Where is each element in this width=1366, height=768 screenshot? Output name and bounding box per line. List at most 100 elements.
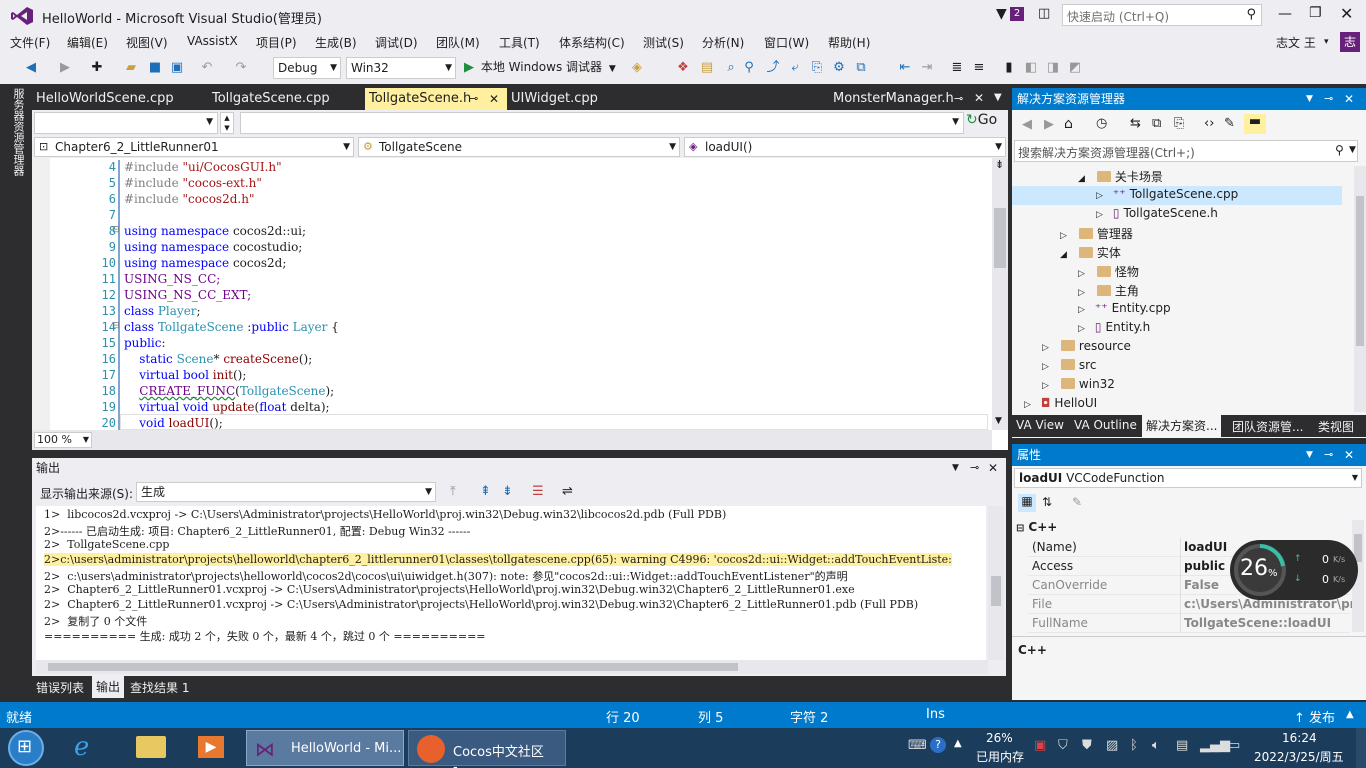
goto-icon[interactable]: ⤴ bbox=[764, 59, 782, 77]
restore-icon[interactable]: ❐ bbox=[1309, 5, 1322, 21]
scrollbar-thumb[interactable] bbox=[1356, 196, 1364, 346]
tree-folder-win32[interactable]: ▷ win32 bbox=[1042, 377, 1115, 391]
keyboard-icon[interactable]: ⌨ bbox=[908, 738, 927, 753]
save-all-icon[interactable]: ▣ bbox=[168, 59, 186, 77]
pin-icon[interactable]: ⊸ bbox=[954, 92, 963, 105]
previous-message-icon[interactable]: ⇞ bbox=[480, 484, 491, 499]
close-icon[interactable]: ✕ bbox=[1344, 444, 1354, 466]
tray-chat-icon[interactable]: ▭ bbox=[1228, 738, 1240, 753]
tab-tollgatescene-h[interactable]: TollgateScene.h ⊸ ✕ bbox=[365, 88, 507, 110]
tab-helloworldscene-cpp[interactable]: HelloWorldScene.cpp bbox=[32, 88, 204, 110]
outdent-icon[interactable]: ≡ bbox=[970, 59, 988, 77]
find-in-files-icon[interactable]: ▤ bbox=[698, 59, 716, 77]
next-bookmark-icon[interactable]: ◨ bbox=[1044, 59, 1062, 77]
close-tab-icon[interactable]: ✕ bbox=[974, 91, 984, 105]
taskbar-app-visual-studio[interactable]: ⋈ HelloWorld - Mi... bbox=[246, 730, 404, 766]
collapse-icon[interactable]: ⊟ bbox=[112, 321, 120, 331]
menu-edit[interactable]: 编辑(E) bbox=[67, 34, 108, 51]
home-icon[interactable]: ⌂ bbox=[1064, 116, 1073, 132]
tab-solution-explorer[interactable]: 解决方案资... bbox=[1142, 415, 1222, 437]
categorized-icon[interactable]: ▦ bbox=[1018, 494, 1036, 512]
publish-dropdown-icon[interactable]: ▲ bbox=[1346, 709, 1354, 720]
goto-back-icon[interactable]: ⤶ bbox=[786, 59, 804, 77]
forward-icon[interactable]: ▶ bbox=[56, 59, 74, 77]
menu-project[interactable]: 项目(P) bbox=[256, 34, 297, 51]
tray-antivirus-icon[interactable]: ▨ bbox=[1106, 738, 1118, 753]
forward-icon[interactable]: ▶ bbox=[1044, 117, 1054, 132]
prev-bookmark-icon[interactable]: ◧ bbox=[1022, 59, 1040, 77]
start-debugging-button[interactable]: ▶ 本地 Windows 调试器 ▼ bbox=[464, 58, 616, 78]
menu-analyze[interactable]: 分析(N) bbox=[702, 34, 744, 51]
close-tab-icon[interactable]: ✕ bbox=[489, 88, 499, 110]
network-monitor-widget[interactable]: 26 % ↑ 0 K/s ↓ 0 K/s bbox=[1230, 540, 1358, 600]
volume-icon[interactable]: 🔈︎ bbox=[1152, 738, 1160, 753]
publish-button[interactable]: ↑ 发布 bbox=[1294, 707, 1335, 726]
start-button[interactable]: ⊞ bbox=[8, 730, 44, 766]
indent-icon[interactable]: ≣ bbox=[948, 59, 966, 77]
tab-uiwidget-cpp[interactable]: UIWidget.cpp bbox=[507, 88, 637, 110]
properties-category[interactable]: ⊟ C++ bbox=[1016, 520, 1057, 534]
close-icon[interactable]: ✕ bbox=[1344, 88, 1354, 110]
back-icon[interactable]: ◀ bbox=[22, 59, 40, 77]
clear-all-icon[interactable]: ☰ bbox=[532, 484, 544, 499]
menu-view[interactable]: 视图(V) bbox=[126, 34, 168, 51]
pin-icon[interactable]: ⊸ bbox=[469, 88, 478, 110]
scrollbar-thumb[interactable] bbox=[48, 663, 738, 671]
property-pages-icon[interactable]: ✎ bbox=[1072, 495, 1082, 509]
bookmark-icon[interactable]: ▮ bbox=[1000, 59, 1018, 77]
bookmark-toggle-icon[interactable]: ❖ bbox=[674, 59, 692, 77]
class-select[interactable]: ⚙ TollgateScene ▼ bbox=[358, 137, 680, 157]
properties-object-select[interactable]: loadUI VCCodeFunction ▼ bbox=[1014, 468, 1362, 488]
new-project-icon[interactable]: ✚ bbox=[88, 59, 106, 77]
output-line[interactable]: 2> c:\users\administrator\projects\hello… bbox=[44, 568, 848, 584]
solution-search[interactable]: 搜索解决方案资源管理器(Ctrl+;) ⚲ ▼ bbox=[1014, 140, 1358, 162]
tree-file-tollgatescene-h[interactable]: ▷ ▯ TollgateScene.h bbox=[1096, 206, 1218, 220]
notification-badge[interactable]: 2 bbox=[1010, 7, 1024, 21]
clock-date[interactable]: 2022/3/25/周五 bbox=[1254, 748, 1344, 765]
find-symbol-icon[interactable]: ⌕ bbox=[722, 59, 740, 77]
tab-find-results[interactable]: 查找结果 1 bbox=[130, 679, 189, 696]
bluetooth-icon[interactable]: ᛒ bbox=[1130, 738, 1138, 753]
media-player-icon[interactable]: ▶ bbox=[198, 736, 224, 758]
close-icon[interactable]: ✕ bbox=[1340, 4, 1353, 23]
tray-security-icon[interactable]: ⛊ bbox=[1082, 738, 1092, 753]
window-menu-icon[interactable]: ▼ bbox=[952, 458, 959, 478]
va-context-select[interactable]: ▼ bbox=[34, 112, 218, 134]
quick-launch[interactable]: 快速启动 (Ctrl+Q) ⚲ bbox=[1062, 4, 1262, 26]
sync-icon[interactable]: ⇆ bbox=[1130, 116, 1141, 131]
collapse-all-icon[interactable]: ⧉ bbox=[1152, 116, 1161, 131]
word-wrap-icon[interactable]: ⇌ bbox=[562, 484, 573, 499]
output-vertical-scrollbar[interactable] bbox=[988, 506, 1004, 660]
window-menu-icon[interactable]: ▼ bbox=[1306, 88, 1313, 110]
show-desktop-button[interactable] bbox=[1356, 728, 1366, 768]
preview-icon[interactable]: ▬ bbox=[1244, 114, 1266, 134]
filter-icon[interactable]: ▼ bbox=[996, 6, 1007, 22]
help-icon[interactable]: ? bbox=[930, 737, 946, 753]
next-message-icon[interactable]: ⇟ bbox=[502, 484, 513, 499]
taskbar-app-firefox[interactable]: Cocos中文社区 -... bbox=[408, 730, 566, 768]
feedback-icon[interactable]: ◫ bbox=[1038, 6, 1050, 21]
menu-team[interactable]: 团队(M) bbox=[436, 34, 480, 51]
properties-icon[interactable]: ✎ bbox=[1224, 116, 1235, 131]
tab-class-view[interactable]: 类视图 bbox=[1318, 418, 1354, 435]
internet-explorer-icon[interactable]: ℯ bbox=[74, 732, 89, 762]
menu-help[interactable]: 帮助(H) bbox=[828, 34, 870, 51]
tree-folder-entities[interactable]: ◢ 实体 bbox=[1060, 244, 1121, 261]
menu-vassistx[interactable]: VAssistX bbox=[187, 34, 238, 48]
back-icon[interactable]: ◀ bbox=[1022, 117, 1032, 132]
comment-icon[interactable]: ⇤ bbox=[896, 59, 914, 77]
output-text[interactable]: 1> libcocos2d.vcxproj -> C:\Users\Admini… bbox=[36, 506, 986, 660]
tab-tollgatescene-cpp[interactable]: TollgateScene.cpp bbox=[208, 88, 363, 110]
show-all-files-icon[interactable]: ⎘ bbox=[1174, 116, 1184, 131]
tree-file-tollgatescene-cpp[interactable]: ▷ ⁺⁺ TollgateScene.cpp bbox=[1096, 187, 1238, 201]
code-area[interactable]: 4 5 6 7 8 9 10 11 12 13 14 15 16 17 18 1… bbox=[32, 158, 992, 430]
tree-file-entity-h[interactable]: ▷ ▯ Entity.h bbox=[1078, 320, 1150, 334]
platform-select[interactable]: Win32 ▼ bbox=[346, 57, 456, 79]
menu-file[interactable]: 文件(F) bbox=[10, 34, 50, 51]
member-select[interactable]: ◈ loadUI() ▼ bbox=[684, 137, 1006, 157]
user-name[interactable]: 志文 王 bbox=[1276, 34, 1316, 51]
menu-debug[interactable]: 调试(D) bbox=[375, 34, 418, 51]
menu-architecture[interactable]: 体系结构(C) bbox=[559, 34, 625, 51]
menu-test[interactable]: 测试(S) bbox=[643, 34, 684, 51]
pin-icon[interactable]: ⊸ bbox=[1324, 88, 1333, 110]
